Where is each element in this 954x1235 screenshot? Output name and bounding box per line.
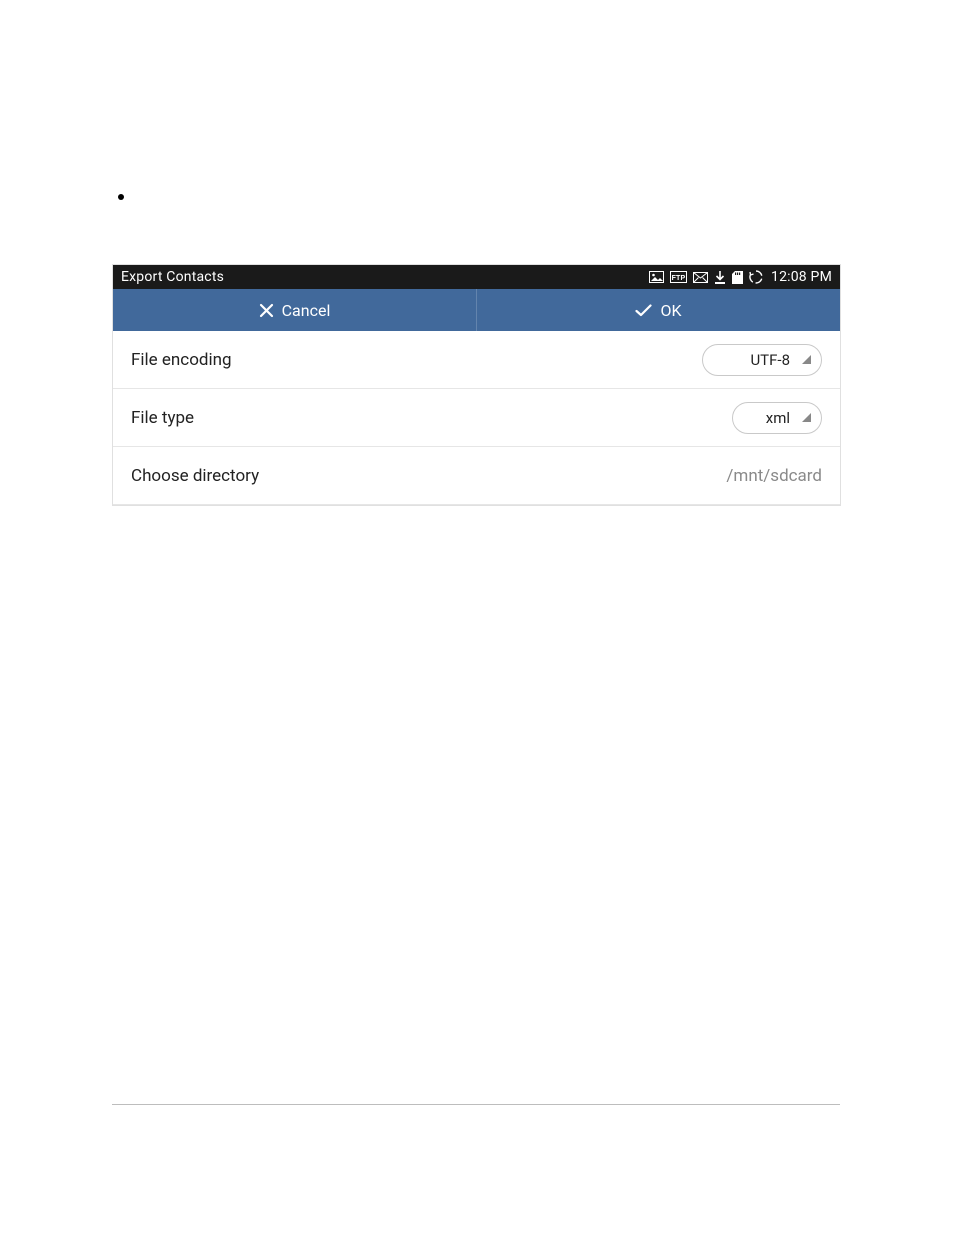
svg-text:FTP: FTP bbox=[672, 275, 686, 282]
check-icon bbox=[635, 304, 652, 317]
choose-directory-label: Choose directory bbox=[131, 466, 259, 486]
close-icon bbox=[259, 303, 274, 318]
status-bar-icons: FTP 12:08 PM bbox=[649, 269, 832, 285]
dropdown-caret-icon bbox=[802, 413, 811, 422]
row-file-encoding[interactable]: File encoding UTF-8 bbox=[113, 331, 840, 389]
file-encoding-value: UTF-8 bbox=[750, 351, 790, 369]
row-file-type[interactable]: File type xml bbox=[113, 389, 840, 447]
status-bar: Export Contacts FTP bbox=[113, 265, 840, 289]
file-encoding-spinner[interactable]: UTF-8 bbox=[702, 344, 822, 376]
download-icon bbox=[714, 271, 726, 284]
action-bar: Cancel OK bbox=[113, 289, 840, 331]
ok-button[interactable]: OK bbox=[477, 289, 840, 331]
file-type-label: File type bbox=[131, 408, 194, 428]
cancel-label: Cancel bbox=[282, 301, 331, 320]
status-bar-title: Export Contacts bbox=[121, 269, 224, 285]
dropdown-caret-icon bbox=[802, 355, 811, 364]
mail-icon bbox=[693, 272, 708, 283]
sync-icon bbox=[749, 270, 763, 284]
export-contacts-screen: Export Contacts FTP bbox=[112, 264, 841, 506]
file-type-value: xml bbox=[766, 409, 790, 427]
settings-list: File encoding UTF-8 File type xml Choose… bbox=[113, 331, 840, 505]
file-encoding-label: File encoding bbox=[131, 350, 232, 370]
document-bullet bbox=[118, 194, 124, 200]
row-choose-directory[interactable]: Choose directory /mnt/sdcard bbox=[113, 447, 840, 505]
status-bar-clock: 12:08 PM bbox=[771, 269, 832, 285]
page-footer-rule bbox=[112, 1104, 840, 1105]
ok-label: OK bbox=[660, 301, 681, 320]
ftp-icon: FTP bbox=[670, 271, 687, 283]
image-icon bbox=[649, 271, 664, 283]
choose-directory-value: /mnt/sdcard bbox=[726, 466, 822, 486]
file-type-spinner[interactable]: xml bbox=[732, 402, 822, 434]
sd-card-icon bbox=[732, 271, 743, 284]
cancel-button[interactable]: Cancel bbox=[113, 289, 477, 331]
